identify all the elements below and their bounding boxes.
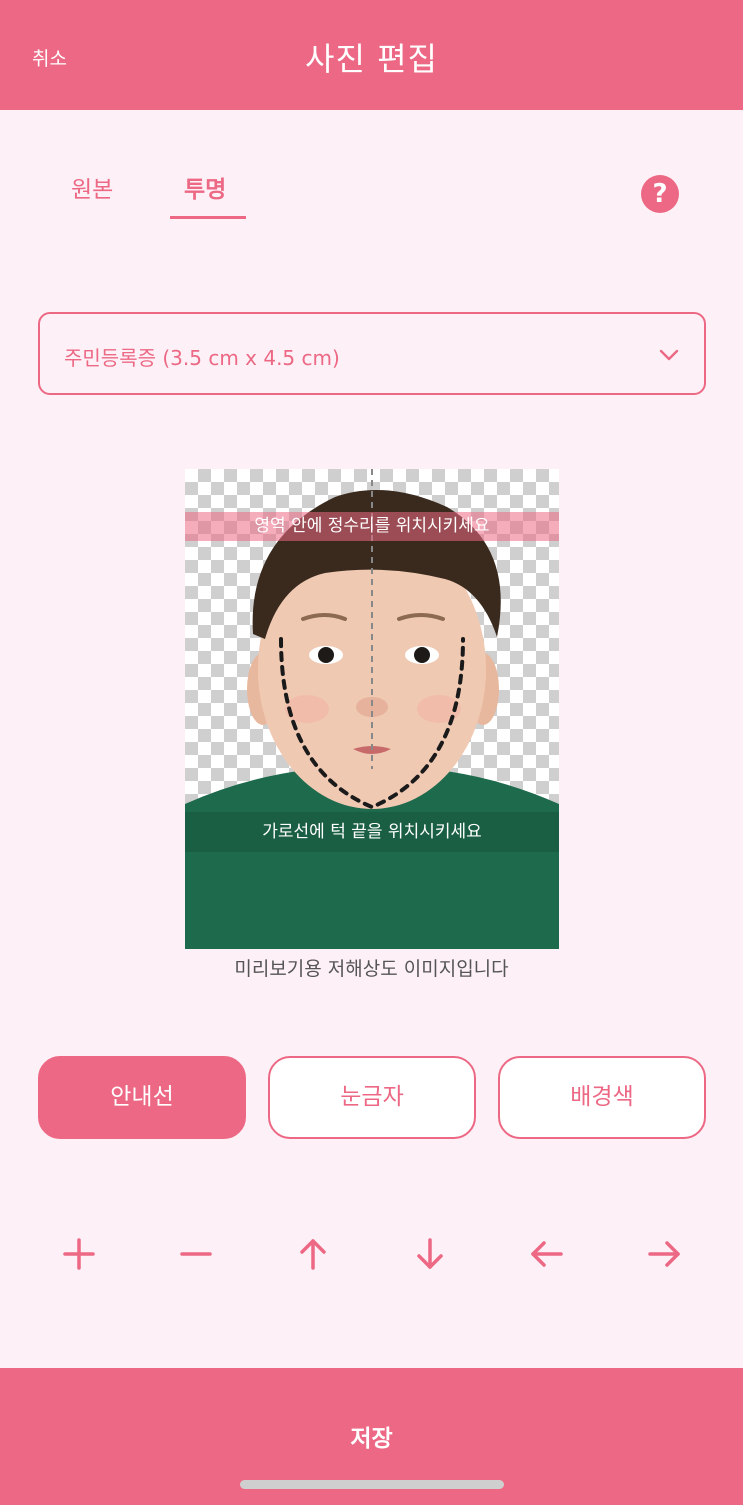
guideline-button[interactable]: 안내선 [38,1056,246,1139]
move-right-button[interactable] [641,1231,687,1277]
background-color-button[interactable]: 배경색 [498,1056,706,1139]
tab-transparent[interactable]: 투명 [184,170,226,204]
move-up-button[interactable] [290,1231,336,1277]
tab-bar: 원본 투명 [0,160,743,230]
bottom-guide-line: 가로선에 턱 끝을 위치시키세요 [185,812,559,852]
zoom-out-button[interactable] [173,1231,219,1277]
home-indicator [240,1480,504,1489]
zoom-in-button[interactable] [56,1231,102,1277]
ruler-button[interactable]: 눈금자 [268,1056,476,1139]
chevron-down-icon [659,349,679,361]
preview-caption: 미리보기용 저해상도 이미지입니다 [234,958,509,980]
question-icon: ? [652,179,668,209]
minus-icon [180,1252,212,1256]
arrow-right-icon [648,1241,680,1267]
tab-original[interactable]: 원본 [71,170,113,204]
photo-size-select[interactable]: 주민등록증 (3.5 cm x 4.5 cm) [38,312,706,395]
move-left-button[interactable] [524,1231,570,1277]
plus-icon [63,1238,95,1270]
header-bar: 취소 사진 편집 [0,0,743,110]
move-down-button[interactable] [407,1231,453,1277]
arrow-down-icon [417,1238,443,1269]
page-title: 사진 편집 [305,40,438,78]
active-tab-indicator [170,216,246,219]
photo-preview[interactable]: 영역 안에 정수리를 위치시키세요 가로선에 턱 끝을 위치시키세요 [185,469,559,949]
arrow-left-icon [531,1241,563,1267]
portrait-image [185,469,559,949]
help-button[interactable]: ? [641,175,679,213]
photo-size-value: 주민등록증 (3.5 cm x 4.5 cm) [64,346,340,370]
save-label: 저장 [350,1426,393,1452]
arrow-up-icon [300,1239,326,1270]
top-guide-band: 영역 안에 정수리를 위치시키세요 [185,512,559,541]
